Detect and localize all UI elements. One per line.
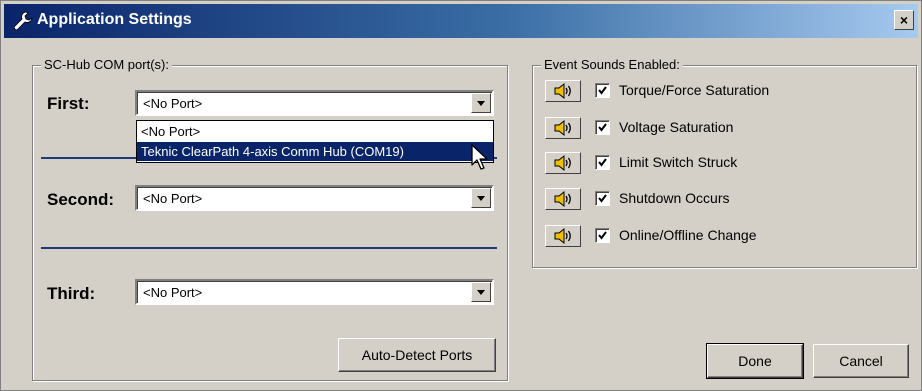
dropdown-option-no-port[interactable]: <No Port> (137, 122, 493, 141)
speaker-icon (554, 228, 571, 244)
sound-label: Shutdown Occurs (619, 190, 730, 206)
checkmark-icon (598, 194, 607, 203)
chevron-down-icon[interactable] (471, 93, 491, 113)
chevron-down-icon[interactable] (471, 282, 491, 302)
chevron-down-icon[interactable] (471, 188, 491, 208)
wrench-icon (14, 11, 33, 30)
second-port-select[interactable]: <No Port> (135, 185, 494, 211)
play-sound-button[interactable] (545, 152, 581, 174)
speaker-icon (554, 155, 571, 171)
third-port-value: <No Port> (143, 285, 203, 300)
play-sound-button[interactable] (545, 80, 581, 102)
play-sound-button[interactable] (545, 188, 581, 210)
close-icon: × (899, 12, 909, 28)
checkmark-icon (598, 123, 607, 132)
checkmark-icon (598, 86, 607, 95)
window-title: Application Settings (37, 11, 192, 28)
sound-checkbox[interactable] (595, 120, 610, 135)
event-sounds-legend: Event Sounds Enabled: (541, 57, 683, 72)
sound-label: Online/Offline Change (619, 227, 757, 243)
sound-checkbox[interactable] (595, 83, 610, 98)
close-button[interactable]: × (894, 10, 914, 30)
play-sound-button[interactable] (545, 117, 581, 139)
checkmark-icon (598, 231, 607, 240)
done-button[interactable]: Done (706, 343, 804, 379)
sound-label: Limit Switch Struck (619, 154, 738, 170)
first-port-dropdown: <No Port> Teknic ClearPath 4-axis Comm H… (136, 120, 494, 163)
title-bar[interactable]: Application Settings × (4, 4, 918, 38)
sound-checkbox[interactable] (595, 191, 610, 206)
settings-window: Application Settings × SC-Hub COM port(s… (0, 0, 922, 391)
checkmark-icon (598, 158, 607, 167)
speaker-icon (554, 191, 571, 207)
first-port-label: First: (47, 94, 90, 113)
first-port-value: <No Port> (143, 96, 203, 111)
speaker-icon (554, 120, 571, 136)
port-separator-2 (41, 247, 497, 249)
second-port-value: <No Port> (143, 191, 203, 206)
second-port-label: Second: (47, 190, 115, 209)
sound-checkbox[interactable] (595, 155, 610, 170)
auto-detect-ports-button[interactable]: Auto-Detect Ports (338, 338, 496, 372)
sound-label: Voltage Saturation (619, 119, 734, 135)
sound-label: Torque/Force Saturation (619, 82, 770, 98)
third-port-label: Third: (47, 284, 96, 303)
speaker-icon (554, 83, 571, 99)
first-port-select[interactable]: <No Port> (135, 90, 494, 116)
dropdown-option-comm-hub[interactable]: Teknic ClearPath 4-axis Comm Hub (COM19) (137, 142, 493, 161)
sound-checkbox[interactable] (595, 228, 610, 243)
mouse-cursor-icon (471, 144, 488, 170)
cancel-button[interactable]: Cancel (813, 344, 909, 378)
third-port-select[interactable]: <No Port> (135, 279, 494, 305)
play-sound-button[interactable] (545, 225, 581, 247)
com-ports-legend: SC-Hub COM port(s): (41, 57, 172, 72)
